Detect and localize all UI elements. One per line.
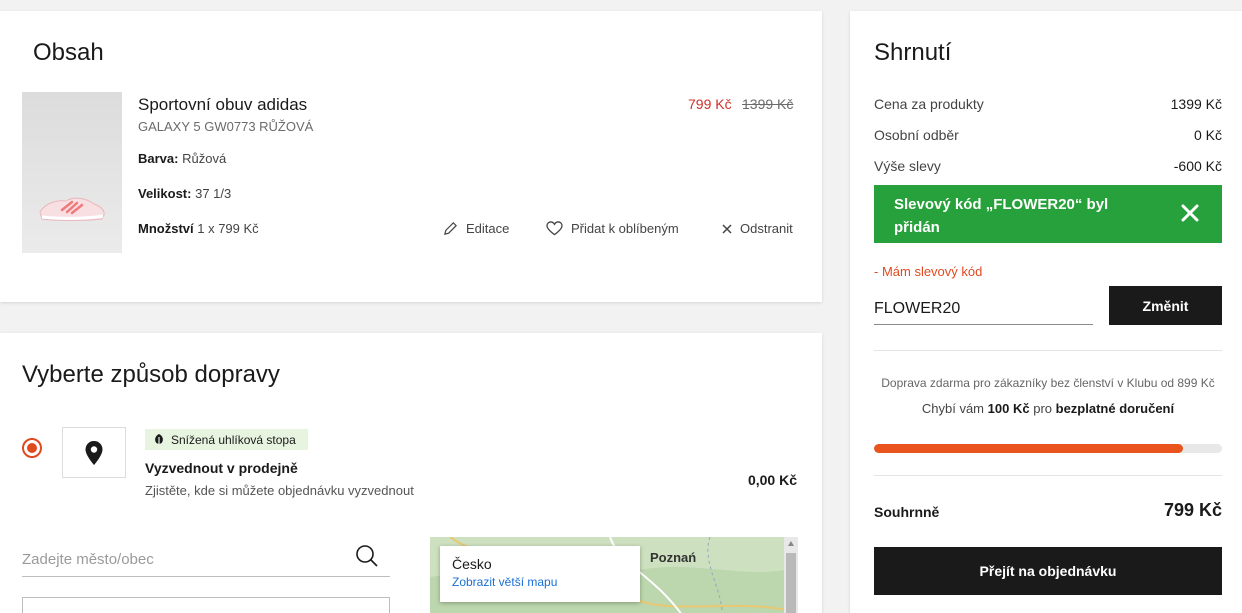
free-shipping-remaining: Chybí vám 100 Kč pro bezplatné doručení bbox=[874, 401, 1222, 416]
remove-button[interactable]: Odstranit bbox=[722, 221, 793, 236]
summary-row-pickup: Osobní odběr 0 Kč bbox=[874, 127, 1222, 143]
progress-fill bbox=[874, 444, 1184, 453]
delivery-card: Vyberte způsob dopravy Snížená uhlíková … bbox=[0, 333, 822, 613]
price-original: 1399 Kč bbox=[742, 96, 794, 112]
have-discount-code-toggle[interactable]: - Mám slevový kód bbox=[874, 264, 982, 279]
quantity-label: Množství bbox=[138, 221, 194, 236]
delivery-option-name[interactable]: Vyzvednout v prodejně bbox=[145, 460, 298, 476]
search-icon[interactable] bbox=[355, 544, 379, 568]
promo-applied-message: Slevový kód „FLOWER20“ byl přidán bbox=[894, 196, 1109, 236]
product-color: Barva: Růžová bbox=[138, 151, 226, 166]
product-size: Velikost: 37 1/3 bbox=[138, 186, 231, 201]
promo-applied-banner: Slevový kód „FLOWER20“ byl přidán bbox=[874, 185, 1222, 243]
price-current: 799 Kč bbox=[688, 96, 732, 112]
map-popup: Česko Zobrazit větší mapu bbox=[440, 546, 640, 602]
favorite-label: Přidat k oblíbeným bbox=[571, 221, 679, 236]
store-list-box[interactable] bbox=[22, 597, 390, 613]
edit-label: Editace bbox=[466, 221, 510, 236]
summary-row-products: Cena za produkty 1399 Kč bbox=[874, 96, 1222, 112]
summary-row-value: 1399 Kč bbox=[1170, 96, 1222, 112]
missing-suffix: bezplatné doručení bbox=[1055, 401, 1175, 416]
pencil-icon bbox=[444, 222, 457, 235]
divider bbox=[874, 475, 1222, 476]
close-icon bbox=[722, 223, 732, 234]
product-quantity: Množství 1 x 799 Kč bbox=[138, 221, 259, 236]
edit-button[interactable]: Editace bbox=[443, 221, 509, 236]
missing-mid: pro bbox=[1033, 401, 1053, 416]
change-code-button[interactable]: Změnit bbox=[1109, 286, 1222, 325]
size-label: Velikost: bbox=[138, 186, 192, 201]
missing-amount: 100 bbox=[987, 401, 1010, 416]
eco-badge-label: Snížená uhlíková stopa bbox=[171, 432, 296, 447]
free-shipping-note: Doprava zdarma pro zákazníky bez členstv… bbox=[881, 376, 1215, 390]
quantity-value: 1 x 799 Kč bbox=[197, 221, 259, 236]
location-pin-icon bbox=[85, 440, 103, 465]
pickup-icon-box bbox=[62, 427, 126, 478]
product-image[interactable] bbox=[22, 92, 122, 253]
delivery-option-price: 0,00 Kč bbox=[747, 472, 797, 488]
free-shipping-progress bbox=[874, 444, 1222, 453]
cart-title: Obsah bbox=[33, 39, 104, 66]
eco-badge: Snížená uhlíková stopa bbox=[145, 429, 308, 450]
city-search-input[interactable] bbox=[22, 543, 390, 577]
map-popup-title: Česko bbox=[452, 556, 492, 572]
add-to-favorites-button[interactable]: Přidat k oblíbeným bbox=[546, 221, 679, 236]
summary-row-value: -600 Kč bbox=[1173, 158, 1222, 174]
map-larger-link[interactable]: Zobrazit větší mapu bbox=[452, 575, 628, 589]
summary-row-value: 0 Kč bbox=[1193, 127, 1222, 143]
delivery-title: Vyberte způsob dopravy bbox=[22, 361, 280, 388]
leaf-icon bbox=[155, 434, 163, 446]
summary-row-discount: Výše slevy -600 Kč bbox=[874, 158, 1222, 174]
product-name[interactable]: Sportovní obuv adidas bbox=[138, 95, 307, 115]
store-map[interactable]: Poznań Česko Zobrazit větší mapu bbox=[430, 537, 798, 613]
delivery-option-description: Zjistěte, kde si můžete objednávku vyzve… bbox=[145, 483, 414, 498]
total-label: Souhrnně bbox=[874, 504, 940, 520]
missing-currency: Kč bbox=[1012, 401, 1030, 416]
color-value: Růžová bbox=[182, 151, 227, 166]
total-value: 799 Kč bbox=[1163, 500, 1222, 520]
discount-code-input[interactable] bbox=[874, 293, 1093, 325]
summary-row-label: Cena za produkty bbox=[874, 96, 984, 112]
cart-content-card: Obsah Sportovní obuv adidas GALAXY 5 GW0… bbox=[0, 11, 822, 302]
heart-icon bbox=[546, 221, 563, 236]
color-label: Barva: bbox=[138, 151, 179, 166]
product-subtitle: GALAXY 5 GW0773 RŮŽOVÁ bbox=[138, 119, 314, 134]
divider bbox=[874, 350, 1222, 351]
missing-prefix: Chybí vám bbox=[921, 401, 985, 416]
delivery-radio-pickup[interactable] bbox=[22, 438, 42, 458]
checkout-button[interactable]: Přejít na objednávku bbox=[874, 547, 1222, 595]
shoe-image bbox=[39, 197, 105, 221]
remove-label: Odstranit bbox=[740, 221, 793, 236]
summary-row-label: Osobní odběr bbox=[874, 127, 959, 143]
size-value: 37 1/3 bbox=[195, 186, 232, 201]
summary-title: Shrnutí bbox=[874, 39, 952, 66]
map-city-label: Poznań bbox=[650, 550, 697, 565]
summary-card: Shrnutí Cena za produkty 1399 Kč Osobní … bbox=[850, 11, 1242, 613]
summary-row-label: Výše slevy bbox=[874, 158, 941, 174]
map-scrollbar[interactable] bbox=[784, 537, 798, 613]
close-icon[interactable] bbox=[1178, 201, 1202, 225]
